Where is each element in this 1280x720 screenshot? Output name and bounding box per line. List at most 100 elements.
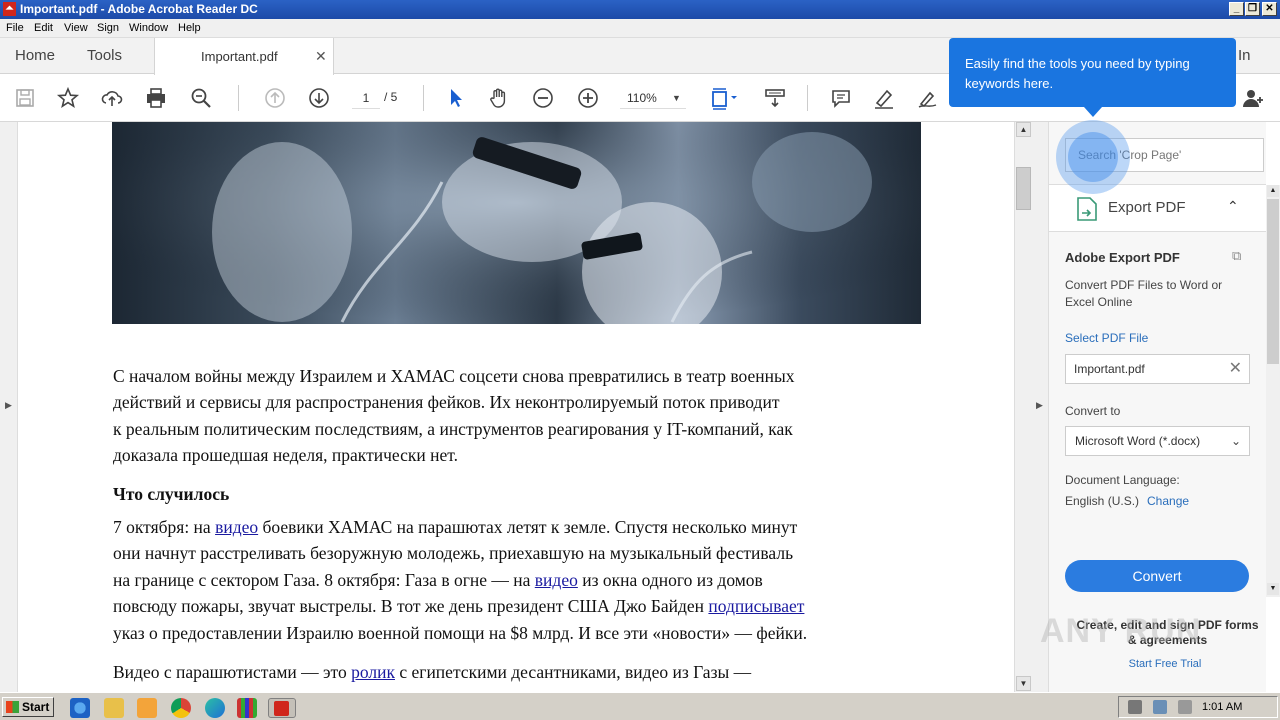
paragraph-line: они начнут расстреливать безоружную моло… bbox=[113, 543, 794, 563]
scroll-down-arrow-icon[interactable]: ▼ bbox=[1016, 676, 1031, 691]
clip-link[interactable]: ролик bbox=[351, 662, 395, 682]
find-zoom-icon[interactable] bbox=[188, 85, 214, 111]
upload-cloud-icon[interactable] bbox=[99, 85, 125, 111]
page-total: / 5 bbox=[384, 90, 398, 104]
scroll-thumb[interactable] bbox=[1016, 167, 1031, 210]
internet-explorer-icon[interactable] bbox=[70, 698, 90, 718]
change-language-link[interactable]: Change bbox=[1147, 494, 1189, 508]
sign-pen-icon[interactable] bbox=[915, 85, 941, 111]
tools-pane: Search 'Crop Page' Export PDF ⌃ Adobe Ex… bbox=[1049, 122, 1266, 692]
zoom-level-select[interactable]: 110% ▼ bbox=[620, 87, 686, 109]
menu-edit[interactable]: Edit bbox=[34, 21, 53, 36]
document-language-label: Document Language: bbox=[1065, 473, 1180, 487]
acrobat-icon bbox=[274, 701, 289, 716]
title-bar: ⏶ Important.pdf - Adobe Acrobat Reader D… bbox=[0, 0, 1280, 19]
add-user-icon[interactable] bbox=[1240, 85, 1266, 111]
media-player-icon[interactable] bbox=[137, 698, 157, 718]
app-icon[interactable] bbox=[237, 698, 257, 718]
article-photo bbox=[112, 122, 921, 324]
scroll-thumb[interactable] bbox=[1267, 199, 1279, 364]
zoom-level-value: 110% bbox=[627, 91, 657, 105]
menu-file[interactable]: File bbox=[6, 21, 24, 36]
scroll-down-arrow-icon[interactable]: ▼ bbox=[1267, 583, 1279, 595]
convert-button[interactable]: Convert bbox=[1065, 560, 1249, 592]
minimize-button[interactable]: _ bbox=[1229, 2, 1244, 16]
paragraph-line: 7 октября: на видео боевики ХАМАС на пар… bbox=[113, 514, 797, 540]
text-run: 7 октября: на bbox=[113, 517, 216, 537]
save-icon[interactable] bbox=[12, 85, 38, 111]
selected-file-name: Important.pdf bbox=[1074, 362, 1145, 376]
chevron-down-icon: ▼ bbox=[672, 93, 681, 103]
zoom-in-icon[interactable] bbox=[575, 85, 601, 111]
volume-icon[interactable] bbox=[1128, 700, 1142, 714]
paragraph-line: доказала прошедшая неделя, практически н… bbox=[113, 445, 458, 465]
bookmark-star-icon[interactable] bbox=[55, 85, 81, 111]
chrome-icon[interactable] bbox=[171, 698, 191, 718]
network-icon[interactable] bbox=[1153, 700, 1167, 714]
document-language-value: English (U.S.) bbox=[1065, 494, 1140, 508]
taskbar: Start 1:01 AM bbox=[0, 692, 1280, 720]
tab-document-label: Important.pdf bbox=[201, 49, 278, 64]
system-tray bbox=[1118, 696, 1278, 718]
page-number-input[interactable]: 1 bbox=[352, 87, 380, 109]
select-pdf-file-link[interactable]: Select PDF File bbox=[1065, 331, 1148, 345]
start-label: Start bbox=[22, 700, 50, 714]
video-link[interactable]: видео bbox=[535, 570, 578, 590]
document-scrollbar[interactable]: ▲ ▼ bbox=[1014, 122, 1031, 692]
scroll-mode-icon[interactable] bbox=[762, 85, 788, 111]
select-cursor-icon[interactable] bbox=[443, 85, 469, 111]
selected-file-field[interactable]: Important.pdf ✕ bbox=[1065, 354, 1250, 384]
acrobat-taskbar-button[interactable] bbox=[268, 698, 296, 718]
hand-tool-icon[interactable] bbox=[486, 85, 512, 111]
export-description: Convert PDF Files to Word or Excel Onlin… bbox=[1065, 278, 1223, 309]
convert-format-select[interactable]: Microsoft Word (*.docx) ⌄ bbox=[1065, 426, 1250, 456]
expand-left-panel-icon[interactable]: ▶ bbox=[5, 400, 12, 411]
next-page-icon[interactable] bbox=[306, 85, 332, 111]
tab-tools[interactable]: Tools bbox=[87, 47, 122, 64]
right-panel-toggle-strip[interactable]: ▶ bbox=[1031, 122, 1049, 692]
scroll-up-arrow-icon[interactable]: ▲ bbox=[1267, 185, 1279, 197]
tab-home[interactable]: Home bbox=[15, 47, 55, 64]
anyrun-watermark: ANY RUN bbox=[1040, 612, 1202, 650]
collapse-right-panel-icon[interactable]: ▶ bbox=[1036, 400, 1043, 411]
close-window-button[interactable]: ✕ bbox=[1262, 2, 1277, 16]
zoom-out-icon[interactable] bbox=[530, 85, 556, 111]
edge-icon[interactable] bbox=[205, 698, 225, 718]
text-run: из окна одного из домов bbox=[577, 570, 763, 590]
export-title: Adobe Export PDF bbox=[1065, 250, 1180, 265]
pdf-page: С началом войны между Израилем и ХАМАС с… bbox=[18, 122, 1014, 692]
tab-document[interactable]: Important.pdf ✕ bbox=[154, 38, 334, 75]
window-title: Important.pdf - Adobe Acrobat Reader DC bbox=[20, 2, 258, 16]
start-button[interactable]: Start bbox=[2, 697, 54, 717]
previous-page-icon[interactable] bbox=[262, 85, 288, 111]
remove-file-icon[interactable]: ✕ bbox=[1229, 355, 1242, 383]
scroll-up-arrow-icon[interactable]: ▲ bbox=[1016, 122, 1031, 137]
signs-link[interactable]: подписывает bbox=[708, 596, 804, 616]
tooltip-arrow bbox=[1084, 107, 1102, 117]
print-icon[interactable] bbox=[143, 85, 169, 111]
video-link[interactable]: видео bbox=[215, 517, 258, 537]
windows-logo-icon bbox=[6, 701, 19, 713]
tray-icon[interactable] bbox=[1178, 700, 1192, 714]
menu-bar: File Edit View Sign Window Help bbox=[0, 19, 1280, 38]
menu-help[interactable]: Help bbox=[178, 21, 201, 36]
export-pdf-label: Export PDF bbox=[1108, 199, 1186, 216]
chevron-up-icon[interactable]: ⌃ bbox=[1227, 198, 1239, 215]
menu-view[interactable]: View bbox=[64, 21, 88, 36]
menu-window[interactable]: Window bbox=[129, 21, 168, 36]
restore-button[interactable]: ❐ bbox=[1245, 2, 1260, 16]
sign-in-link[interactable]: In bbox=[1238, 47, 1251, 64]
start-free-trial-link[interactable]: Start Free Trial bbox=[1075, 658, 1255, 670]
close-tab-icon[interactable]: ✕ bbox=[315, 48, 327, 65]
menu-sign[interactable]: Sign bbox=[97, 21, 119, 36]
highlight-pen-icon[interactable] bbox=[871, 85, 897, 111]
fit-page-icon[interactable] bbox=[706, 85, 742, 111]
comment-icon[interactable] bbox=[828, 85, 854, 111]
copy-icon[interactable]: ⧉ bbox=[1232, 248, 1241, 264]
highlight-pulse-inner bbox=[1068, 132, 1118, 182]
file-explorer-icon[interactable] bbox=[104, 698, 124, 718]
convert-to-label: Convert to bbox=[1065, 404, 1121, 418]
paragraph-line: С началом войны между Израилем и ХАМАС с… bbox=[113, 366, 795, 386]
tools-pane-scrollbar[interactable]: ▲ ▼ bbox=[1266, 185, 1280, 597]
left-panel-toggle-strip[interactable]: ▶ bbox=[0, 122, 18, 692]
